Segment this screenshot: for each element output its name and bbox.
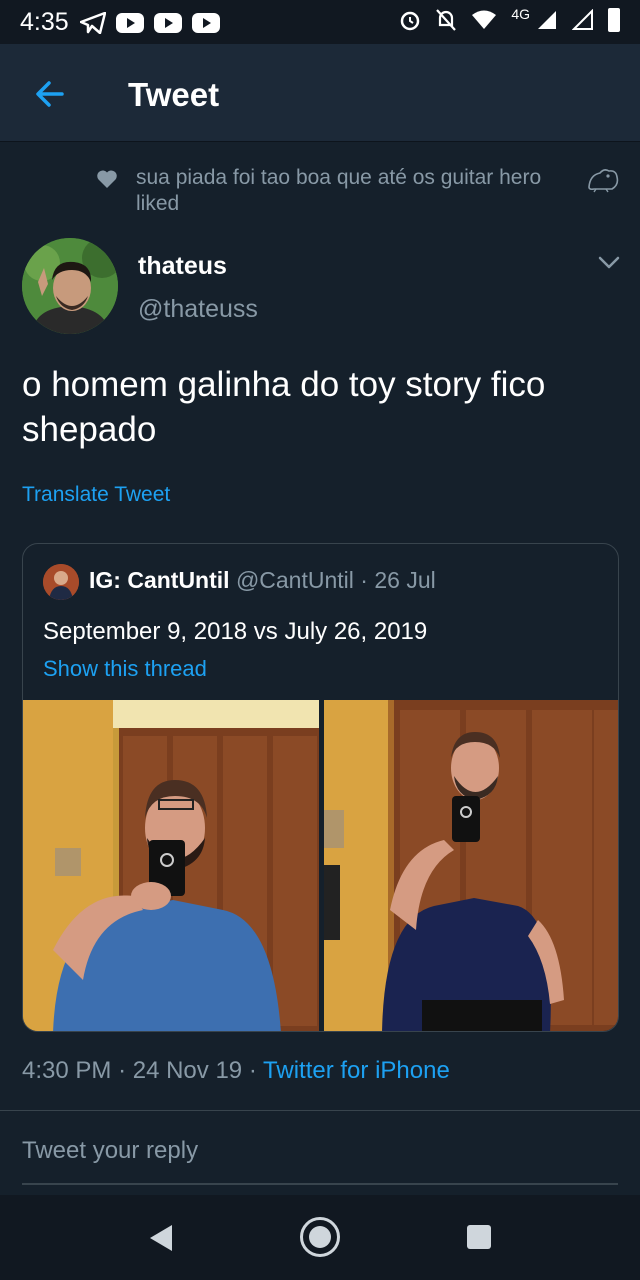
- reply-input[interactable]: Tweet your reply: [22, 1137, 618, 1185]
- signal-icon: [538, 11, 556, 29]
- nav-back-icon[interactable]: [148, 1223, 174, 1253]
- status-bar: 4:35 4G: [0, 0, 640, 44]
- frog-icon: [588, 169, 619, 193]
- tweet-source-link[interactable]: Twitter for iPhone: [263, 1057, 450, 1084]
- quoted-tweet-card[interactable]: IG: CantUntil @CantUntil · 26 Jul Septem…: [22, 543, 619, 1032]
- alarm-icon: [401, 11, 420, 31]
- show-thread-link[interactable]: Show this thread: [43, 656, 207, 682]
- page-title: Tweet: [128, 76, 220, 113]
- network-type: 4G: [511, 6, 530, 22]
- signal-icon: [572, 9, 593, 30]
- telegram-icon: [80, 12, 106, 34]
- back-arrow-icon[interactable]: [30, 74, 70, 114]
- nav-recents-icon[interactable]: [467, 1225, 491, 1249]
- youtube-icon: [154, 13, 182, 33]
- quoted-header: IG: CantUntil @CantUntil · 26 Jul: [89, 567, 436, 594]
- nav-home-icon[interactable]: [300, 1217, 340, 1257]
- author-name[interactable]: thateus: [138, 252, 227, 281]
- chevron-down-icon[interactable]: [598, 256, 620, 270]
- bell-off-icon: [436, 9, 457, 31]
- system-icons: 4G: [399, 6, 620, 32]
- quoted-author-name: IG: CantUntil: [89, 567, 230, 593]
- youtube-icon: [192, 13, 220, 33]
- quoted-avatar: [43, 564, 79, 600]
- tweet-text: o homem galinha do toy story fico shepad…: [22, 365, 546, 449]
- photo-before[interactable]: [23, 700, 320, 1031]
- wifi-icon: [472, 10, 497, 29]
- top-app-bar: Tweet: [0, 44, 640, 142]
- quoted-media[interactable]: [23, 700, 618, 1031]
- system-nav-bar: [0, 1195, 640, 1280]
- photo-after[interactable]: [323, 700, 618, 1031]
- notification-icons: [80, 12, 220, 34]
- quoted-date: 26 Jul: [374, 567, 436, 593]
- liked-by-text: sua piada foi tao boa que até os guitar …: [136, 166, 542, 215]
- avatar[interactable]: [22, 238, 118, 334]
- tweet-time: 4:30 PM: [22, 1057, 112, 1084]
- battery-icon: [608, 8, 620, 32]
- tweet-metadata: 4:30 PM · 24 Nov 19 · Twitter for iPhone: [22, 1057, 450, 1085]
- separator-dot: ·: [248, 1057, 257, 1084]
- status-time: 4:35: [20, 8, 69, 36]
- reply-bar: Tweet your reply: [0, 1111, 640, 1195]
- heart-icon: [97, 170, 117, 188]
- tweet-date: 24 Nov 19: [132, 1057, 243, 1084]
- quoted-text: September 9, 2018 vs July 26, 2019: [43, 618, 428, 645]
- quoted-author-handle: @CantUntil: [235, 567, 354, 593]
- translate-tweet-link[interactable]: Translate Tweet: [22, 483, 170, 507]
- youtube-icon: [116, 13, 144, 33]
- separator-dot: ·: [360, 567, 368, 593]
- separator-dot: ·: [118, 1057, 127, 1084]
- author-handle[interactable]: @thateuss: [138, 295, 258, 324]
